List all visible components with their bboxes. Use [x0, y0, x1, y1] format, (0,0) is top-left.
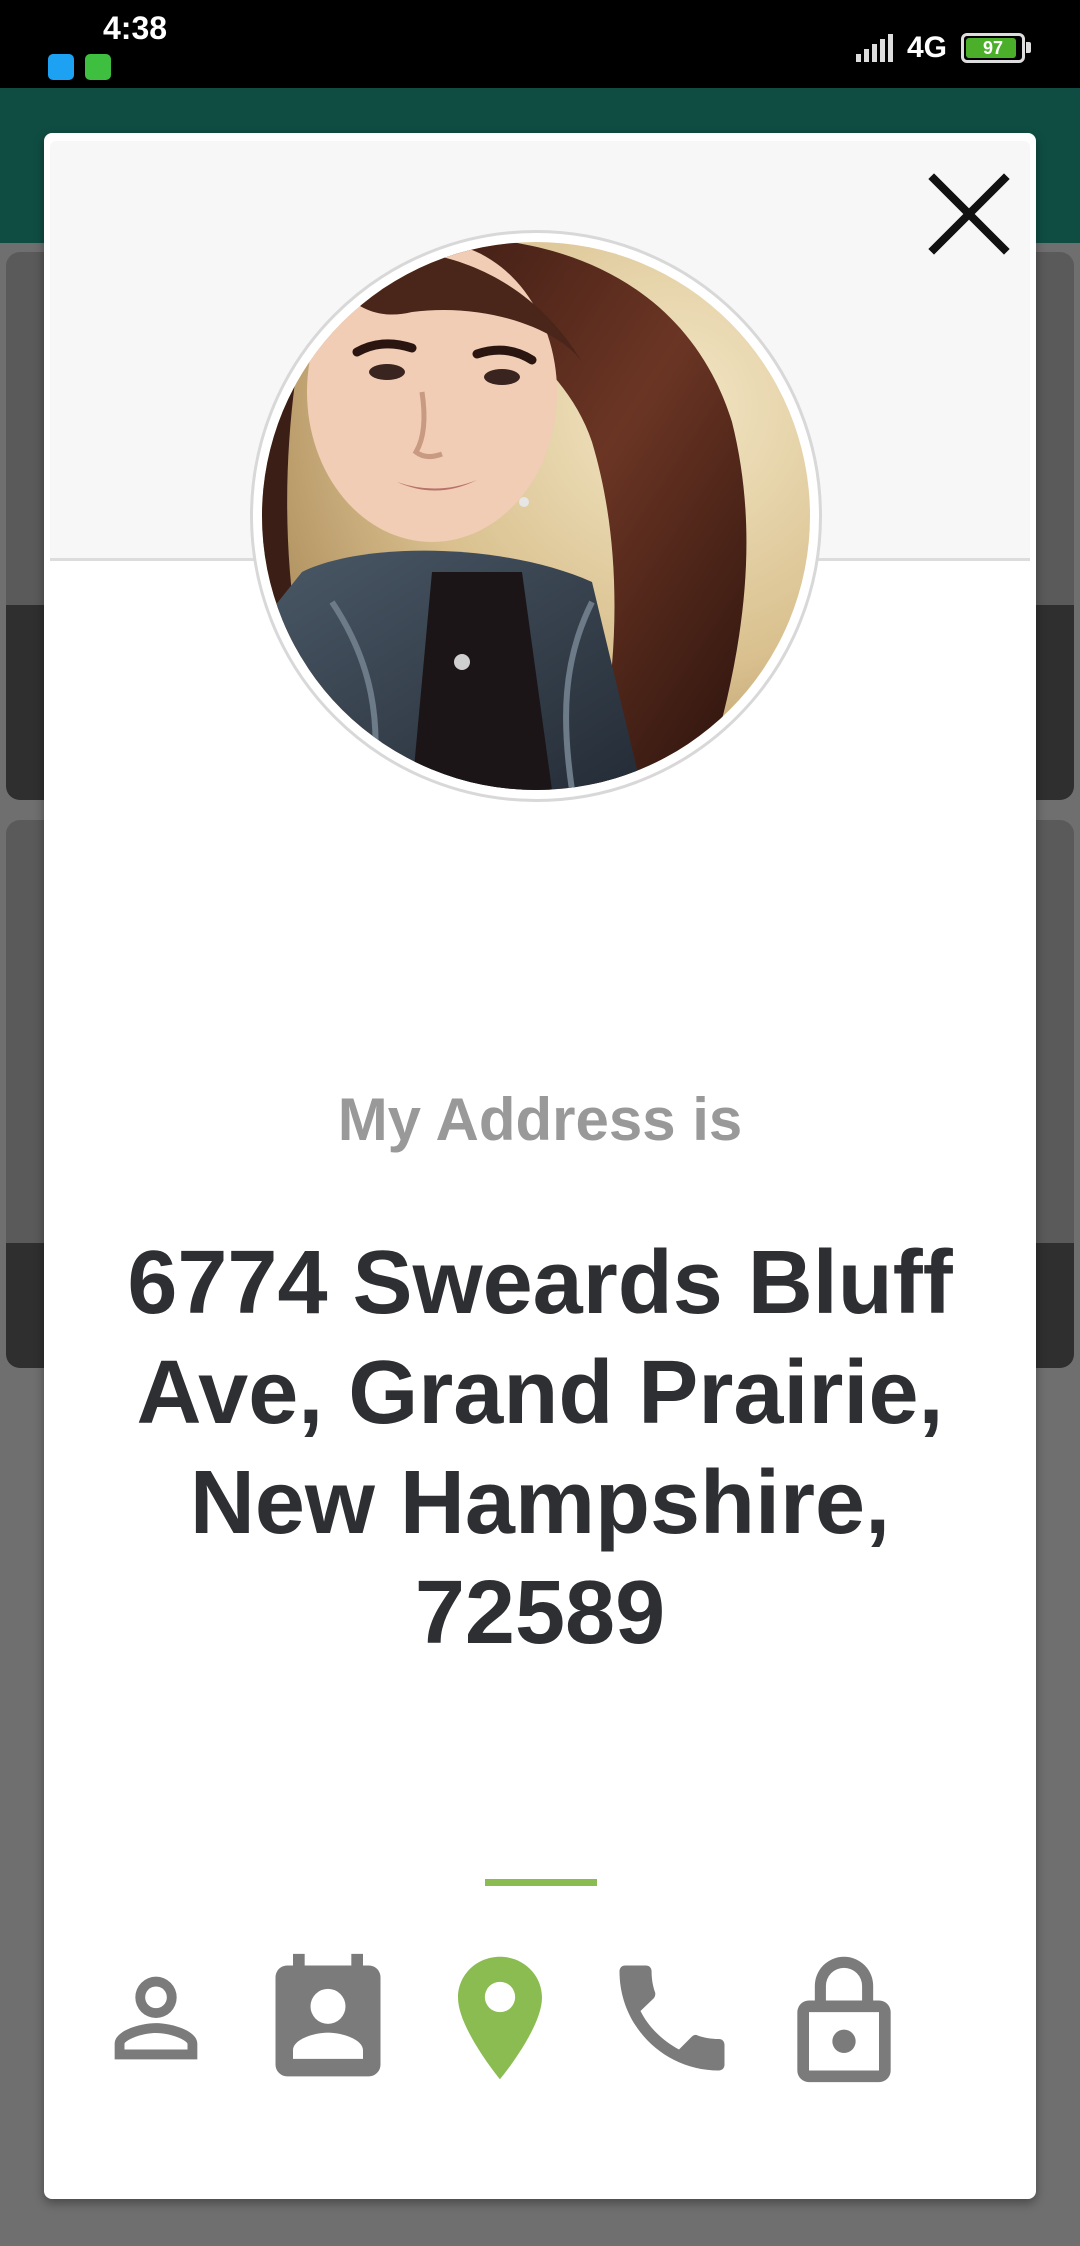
close-icon [928, 173, 1010, 255]
battery-level: 97 [982, 37, 1004, 58]
phone-icon [619, 1965, 725, 2071]
twitter-notification-icon [48, 54, 74, 80]
app-notification-icon [85, 54, 111, 80]
signal-icon [855, 34, 893, 62]
status-time: 4:38 [103, 10, 168, 46]
battery-icon: 97 [961, 33, 1031, 63]
lock-icon [797, 1956, 891, 2083]
tab-birthday[interactable] [258, 1943, 398, 2093]
profile-modal: My Address is 6774 Sweards Bluff Ave, Gr… [44, 133, 1036, 2199]
tab-name[interactable] [86, 1943, 226, 2093]
active-tab-indicator [485, 1879, 597, 1886]
network-type: 4G [906, 31, 947, 64]
contact-calendar-icon [275, 1953, 381, 2077]
field-label: My Address is [337, 1086, 743, 1153]
person-outline-icon [114, 1976, 198, 2060]
field-value: 6774 Sweards Bluff Ave, Grand Prairie, N… [127, 1233, 953, 1663]
close-button[interactable] [926, 171, 1012, 257]
avatar [250, 230, 822, 802]
status-bar: 4:38 4G 97 [0, 0, 1080, 88]
location-pin-icon [458, 1956, 542, 2080]
tab-password[interactable] [774, 1943, 914, 2093]
avatar-photo [262, 242, 810, 790]
info-tab-bar [44, 1943, 1036, 2199]
tab-phone[interactable] [602, 1943, 742, 2093]
tab-location[interactable] [430, 1943, 570, 2093]
